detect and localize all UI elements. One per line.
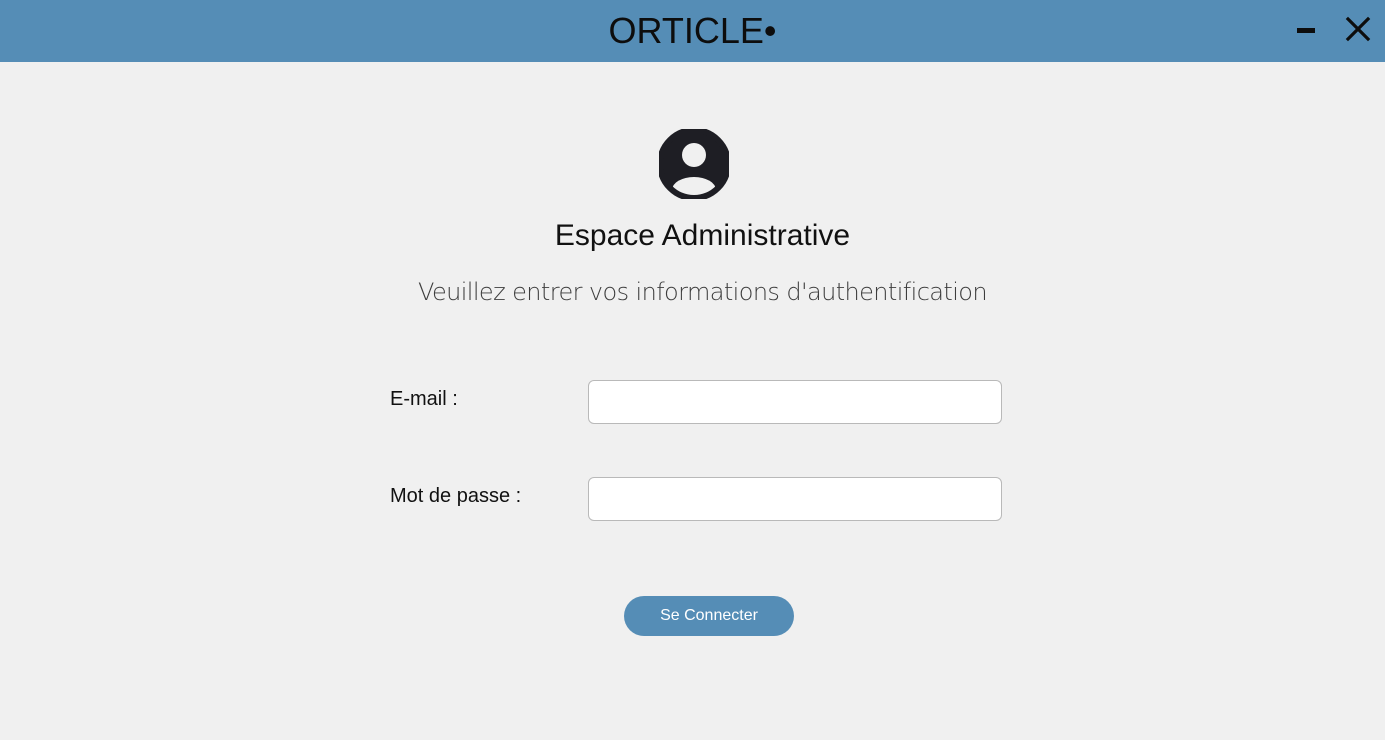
email-field[interactable] <box>588 380 1002 424</box>
app-title: ORTICLE• <box>608 10 777 51</box>
password-field[interactable] <box>588 477 1002 521</box>
close-button[interactable] <box>1340 11 1376 47</box>
minimize-button[interactable] <box>1288 11 1324 47</box>
title-bar: ORTICLE• <box>0 0 1385 62</box>
email-label: E-mail : <box>390 388 458 410</box>
close-icon <box>1345 16 1371 42</box>
page-subtitle: Veuillez entrer vos informations d'authe… <box>417 278 988 306</box>
user-circle-icon <box>659 129 729 199</box>
login-panel: Espace Administrative Veuillez entrer vo… <box>0 62 1385 740</box>
page-title: Espace Administrative <box>554 219 851 252</box>
minimize-icon <box>1297 28 1315 33</box>
connect-button[interactable]: Se Connecter <box>624 596 794 636</box>
password-label: Mot de passe : <box>390 485 522 507</box>
